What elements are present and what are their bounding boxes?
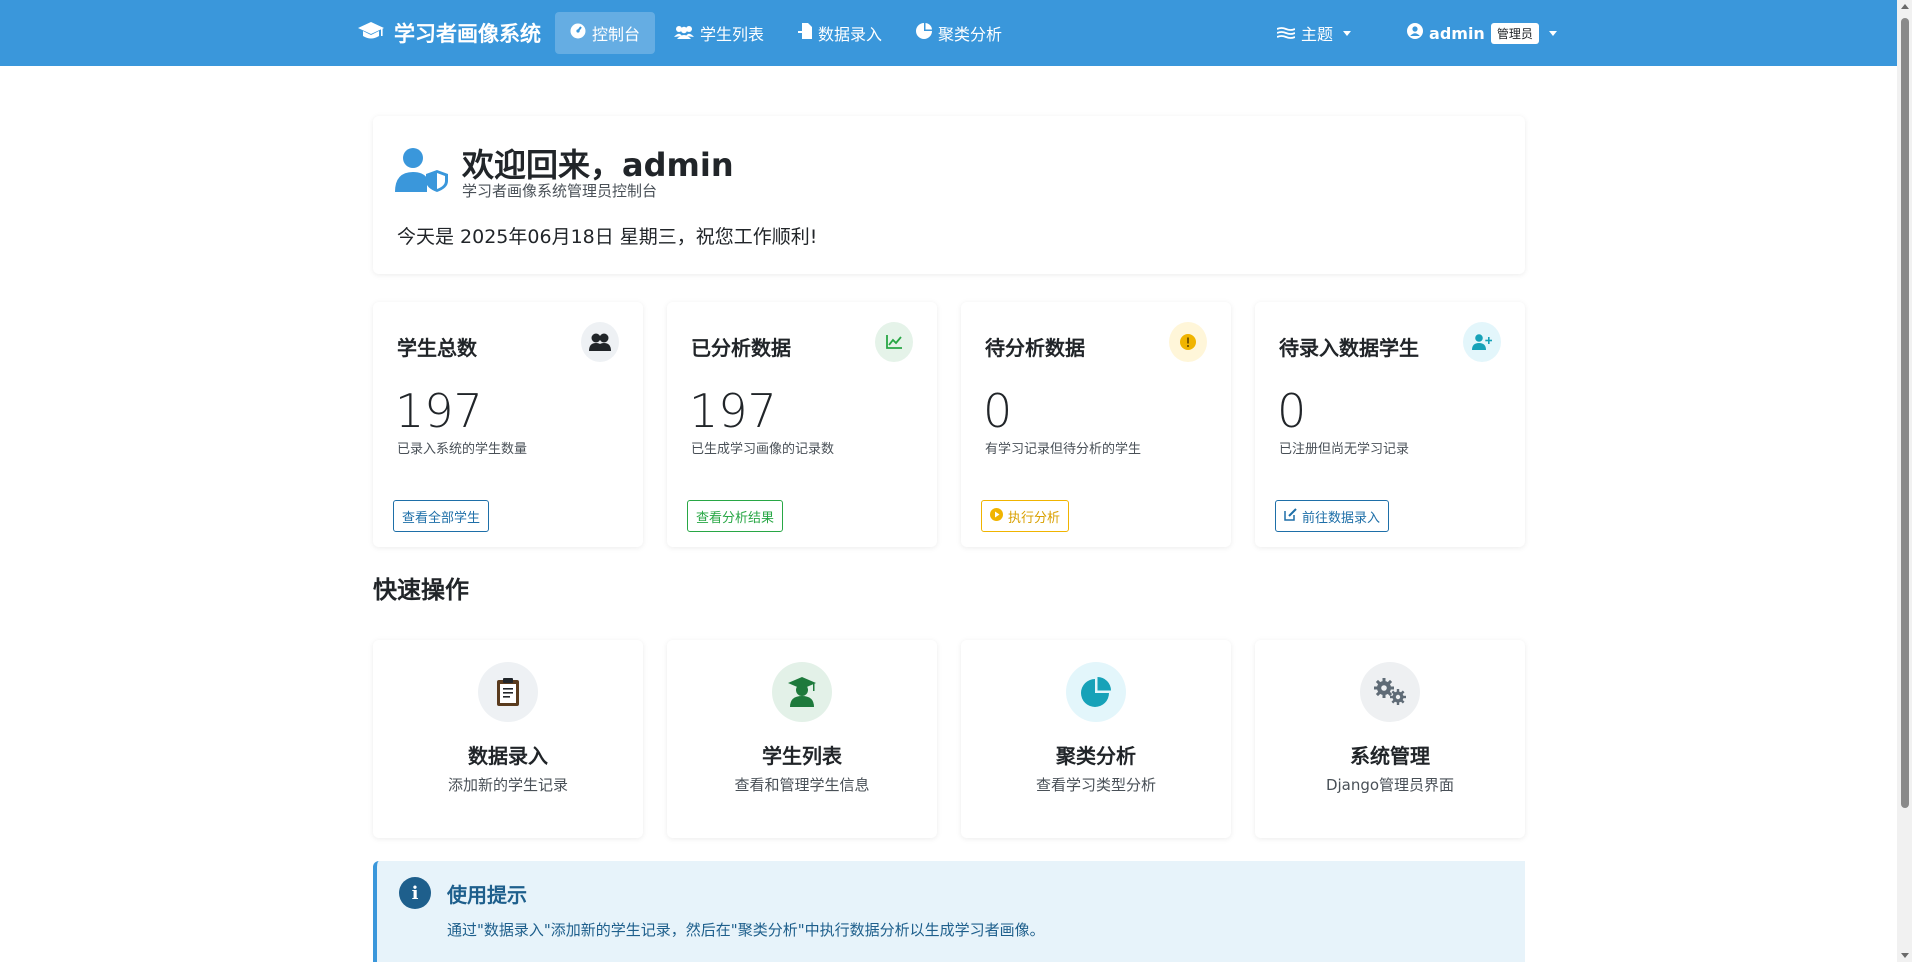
edit-icon <box>1284 507 1297 525</box>
nav-data-entry[interactable]: 数据录入 <box>783 12 897 54</box>
button-label: 执行分析 <box>1008 510 1061 526</box>
quick-action-title: 数据录入 <box>468 744 548 768</box>
nav-clustering[interactable]: 聚类分析 <box>901 12 1017 54</box>
stat-card-pending-analysis: 待分析数据 0 有学习记录但待分析的学生 执行分析 <box>961 302 1231 547</box>
info-icon: i <box>399 877 431 909</box>
chevron-down-icon <box>1548 30 1557 36</box>
run-analysis-button[interactable]: 执行分析 <box>981 500 1070 532</box>
scroll-up-icon[interactable] <box>1901 4 1909 9</box>
play-circle-icon <box>990 507 1003 525</box>
tip-title: 使用提示 <box>447 883 527 907</box>
stat-card-analyzed: 已分析数据 197 已生成学习画像的记录数 查看分析结果 <box>667 302 937 547</box>
nav-dashboard[interactable]: 控制台 <box>555 12 656 54</box>
file-import-icon <box>798 23 813 43</box>
quick-actions-title: 快速操作 <box>373 576 469 604</box>
user-circle-icon <box>1407 23 1424 43</box>
dashboard-icon <box>570 23 586 43</box>
quick-action-title: 系统管理 <box>1350 744 1430 768</box>
quick-action-title: 学生列表 <box>762 744 842 768</box>
stat-desc: 已录入系统的学生数量 <box>397 442 528 457</box>
quick-action-desc: 添加新的学生记录 <box>447 776 568 794</box>
quick-action-desc: 查看和管理学生信息 <box>734 776 870 794</box>
user-plus-icon <box>1463 322 1501 362</box>
graduate-icon <box>772 662 832 722</box>
scroll-down-icon[interactable] <box>1901 953 1909 958</box>
welcome-subtitle: 学习者画像系统管理员控制台 <box>462 182 658 200</box>
palette-icon <box>1276 24 1296 43</box>
pie-chart-icon <box>1066 662 1126 722</box>
pie-chart-icon <box>916 23 933 43</box>
stat-value: 197 <box>689 384 777 438</box>
chevron-down-icon <box>1343 30 1352 36</box>
stat-desc: 有学习记录但待分析的学生 <box>985 442 1142 457</box>
go-data-entry-button[interactable]: 前往数据录入 <box>1275 500 1390 532</box>
nav-clustering-label: 聚类分析 <box>938 25 1003 44</box>
nav-links: 控制台 学生列表 数据录入 聚类分析 <box>555 12 1017 54</box>
stat-title: 已分析数据 <box>691 336 791 360</box>
top-navbar: 学习者画像系统 控制台 学生列表 数据录入 聚类分析 主题 admin 管理员 <box>0 0 1897 66</box>
brand-name: 学习者画像系统 <box>394 22 541 46</box>
quick-action-clustering[interactable]: 聚类分析 查看学习类型分析 <box>961 640 1231 838</box>
quick-action-system-admin[interactable]: 系统管理 Django管理员界面 <box>1255 640 1525 838</box>
button-label: 前往数据录入 <box>1302 510 1381 526</box>
stat-title: 待录入数据学生 <box>1279 336 1419 360</box>
stat-card-pending-entry: 待录入数据学生 0 已注册但尚无学习记录 前往数据录入 <box>1255 302 1525 547</box>
quick-action-desc: 查看学习类型分析 <box>1035 776 1156 794</box>
page-scrollbar[interactable] <box>1897 0 1912 962</box>
clipboard-icon <box>478 662 538 722</box>
welcome-card: 欢迎回来，admin 学习者画像系统管理员控制台 今天是 2025年06月18日… <box>373 116 1525 274</box>
usage-tip-alert: i 使用提示 通过"数据录入"添加新的学生记录，然后在"聚类分析"中执行数据分析… <box>373 861 1525 962</box>
button-label: 查看分析结果 <box>696 510 775 526</box>
nav-students-label: 学生列表 <box>700 25 765 44</box>
quick-action-desc: Django管理员界面 <box>1325 776 1455 794</box>
theme-label: 主题 <box>1301 25 1334 44</box>
nav-students[interactable]: 学生列表 <box>659 12 779 54</box>
stat-desc: 已生成学习画像的记录数 <box>691 442 835 457</box>
stat-value: 197 <box>395 384 483 438</box>
scroll-thumb[interactable] <box>1901 18 1909 808</box>
user-shield-icon <box>395 148 449 196</box>
brand[interactable]: 学习者画像系统 <box>358 0 541 66</box>
stat-value: 0 <box>1277 384 1307 438</box>
stat-title: 学生总数 <box>397 336 477 360</box>
graduation-cap-icon <box>358 21 384 46</box>
stat-title: 待分析数据 <box>985 336 1085 360</box>
stat-value: 0 <box>983 384 1013 438</box>
view-analysis-results-button[interactable]: 查看分析结果 <box>687 500 784 532</box>
chart-line-icon <box>875 322 913 362</box>
nav-right: 主题 admin 管理员 <box>1262 12 1572 54</box>
stat-card-total-students: 学生总数 197 已录入系统的学生数量 查看全部学生 <box>373 302 643 547</box>
stat-desc: 已注册但尚无学习记录 <box>1279 442 1410 457</box>
nav-data-entry-label: 数据录入 <box>818 25 883 44</box>
quick-action-data-entry[interactable]: 数据录入 添加新的学生记录 <box>373 640 643 838</box>
button-label: 查看全部学生 <box>402 510 481 526</box>
theme-dropdown[interactable]: 主题 <box>1262 12 1366 54</box>
user-dropdown[interactable]: admin 管理员 <box>1392 12 1572 54</box>
view-all-students-button[interactable]: 查看全部学生 <box>393 500 490 532</box>
exclamation-icon <box>1169 322 1207 362</box>
role-badge: 管理员 <box>1490 22 1539 44</box>
tip-text: 通过"数据录入"添加新的学生记录，然后在"聚类分析"中执行数据分析以生成学习者画… <box>447 921 1045 939</box>
user-name: admin <box>1429 23 1485 43</box>
nav-dashboard-label: 控制台 <box>592 25 641 44</box>
gears-icon <box>1360 662 1420 722</box>
users-icon <box>581 322 619 362</box>
quick-action-student-list[interactable]: 学生列表 查看和管理学生信息 <box>667 640 937 838</box>
users-icon <box>674 24 695 43</box>
quick-action-title: 聚类分析 <box>1056 744 1136 768</box>
welcome-date: 今天是 2025年06月18日 星期三，祝您工作顺利! <box>397 226 818 248</box>
